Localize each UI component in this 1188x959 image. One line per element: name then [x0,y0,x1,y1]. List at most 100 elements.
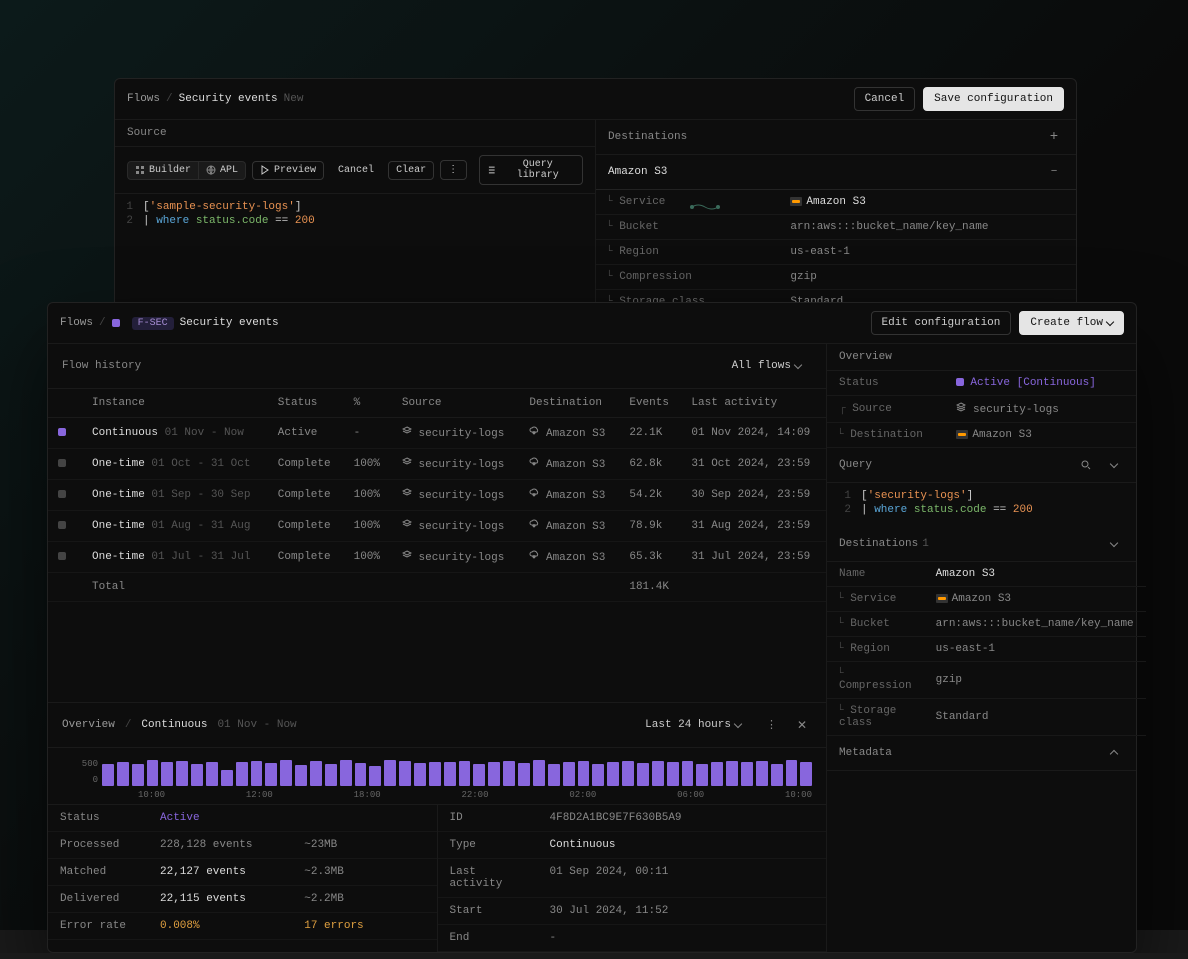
query-library-button[interactable]: Query library [479,155,583,185]
chart-bar [117,762,129,786]
chart-bar [384,760,396,786]
config-panel: Flows / Security events New Cancel Save … [114,78,1077,319]
chart-bar [265,763,277,786]
stat-row: Delivered22,115 events~2.2MB [48,886,437,913]
chart-bar [206,762,218,786]
destinations-heading: Destinations [839,538,918,550]
dots-icon: ⋮ [766,718,778,732]
crumb-continuous: Continuous [141,719,207,731]
flow-code: F-SEC [132,317,174,330]
chart-bar [429,762,441,786]
total-row: Total181.4K [48,573,826,602]
edit-config-button[interactable]: Edit configuration [871,311,1012,335]
create-flow-button[interactable]: Create flow [1019,311,1124,335]
chart-bar [518,763,530,786]
crumb-root[interactable]: Flows [127,93,160,105]
code-editor[interactable]: 1['sample-security-logs'] 2| where statu… [115,194,595,318]
expand-button[interactable] [1104,455,1124,475]
breadcrumb: Flows / F-SEC Security events [60,317,279,330]
aws-icon [790,197,802,206]
stat-row: End- [438,925,827,952]
dest-props-table: ServiceAmazon S3 Bucketarn:aws:::bucket_… [596,190,1076,315]
prop-row: Regionus-east-1 [596,240,1076,265]
chevron-down-icon [1106,317,1114,325]
layers-icon [956,402,966,412]
minus-icon: − [1051,166,1058,178]
flow-history-table: Instance Status % Source Destination Eve… [48,389,826,602]
cancel-button[interactable]: Cancel [854,87,916,111]
chart-bar [221,770,233,786]
chart-bar [726,761,738,786]
chart-bar [711,762,723,786]
chart-bar [800,762,812,786]
save-config-button[interactable]: Save configuration [923,87,1064,111]
clear-button[interactable]: Clear [388,161,434,180]
expand-button[interactable] [1104,534,1124,554]
chart-bar [533,760,545,786]
chart-bar [355,763,367,786]
chart-bar [414,763,426,786]
cancel-button-inner[interactable]: Cancel [330,161,382,180]
prop-row: Compressiongzip [596,265,1076,290]
chevron-down-icon [1110,459,1118,467]
collapse-button[interactable] [1104,743,1124,763]
chart-bar [132,764,144,786]
chart-bar [786,760,798,786]
chart-bar [548,764,560,786]
aws-icon [936,594,948,603]
source-heading: Source [127,127,167,139]
table-row[interactable]: Continuous 01 Nov - Now Active - securit… [48,418,826,449]
events-chart: 5000 10:0012:0018:0022:0002:0006:0010:00 [48,748,826,804]
table-row[interactable]: One-time 01 Aug - 31 Aug Complete 100% s… [48,511,826,542]
table-row[interactable]: One-time 01 Sep - 30 Sep Complete 100% s… [48,480,826,511]
remove-dest-button[interactable]: − [1044,162,1064,182]
crumb-overview[interactable]: Overview [62,719,115,731]
builder-tab[interactable]: Builder [127,161,199,180]
chart-bar [369,766,381,786]
more-button[interactable]: ⋮ [440,160,467,180]
chart-bar [741,762,753,786]
chart-bar [592,764,604,786]
flow-filter-dropdown[interactable]: All flows [721,354,812,378]
chart-bar [310,761,322,786]
chart-bar [399,761,411,786]
crumb-current: Security events [179,93,278,105]
chevron-down-icon [794,360,802,368]
chart-bar [652,761,664,786]
dots-icon: ⋮ [448,164,459,176]
chart-bar [607,762,619,786]
more-button[interactable]: ⋮ [762,715,782,735]
stat-row: TypeContinuous [438,832,827,859]
chart-bar [102,764,114,786]
play-icon [260,165,270,175]
chart-bar [637,763,649,786]
metadata-heading: Metadata [839,747,892,759]
chart-bar [191,764,203,786]
close-button[interactable]: ✕ [792,715,812,735]
chart-bar [295,765,307,786]
apl-tab[interactable]: APL [199,161,246,180]
chart-bar [459,761,471,786]
chart-bar [563,762,575,786]
table-row[interactable]: One-time 01 Jul - 31 Jul Complete 100% s… [48,542,826,573]
preview-button[interactable]: Preview [252,161,324,180]
flow-color-badge [112,319,120,327]
chart-bar [444,762,456,786]
add-destination-button[interactable]: + [1044,127,1064,147]
prop-row: Bucketarn:aws:::bucket_name/key_name [596,215,1076,240]
aws-icon [956,430,968,439]
chart-bar [756,761,768,786]
query-heading: Query [839,459,872,471]
stat-row: ID4F8D2A1BC9E7F630B5A9 [438,805,827,832]
stat-row: Start30 Jul 2024, 11:52 [438,898,827,925]
table-row[interactable]: One-time 01 Oct - 31 Oct Complete 100% s… [48,449,826,480]
chart-bar [667,762,679,786]
inspect-button[interactable] [1076,455,1096,475]
crumb-root[interactable]: Flows [60,317,93,329]
chart-bar [176,761,188,786]
chart-bar [236,762,248,786]
time-range-dropdown[interactable]: Last 24 hours [634,713,752,737]
chevron-up-icon [1110,750,1118,758]
stat-row: Error rate0.008%17 errors [48,913,437,940]
chevron-down-icon [734,719,742,727]
